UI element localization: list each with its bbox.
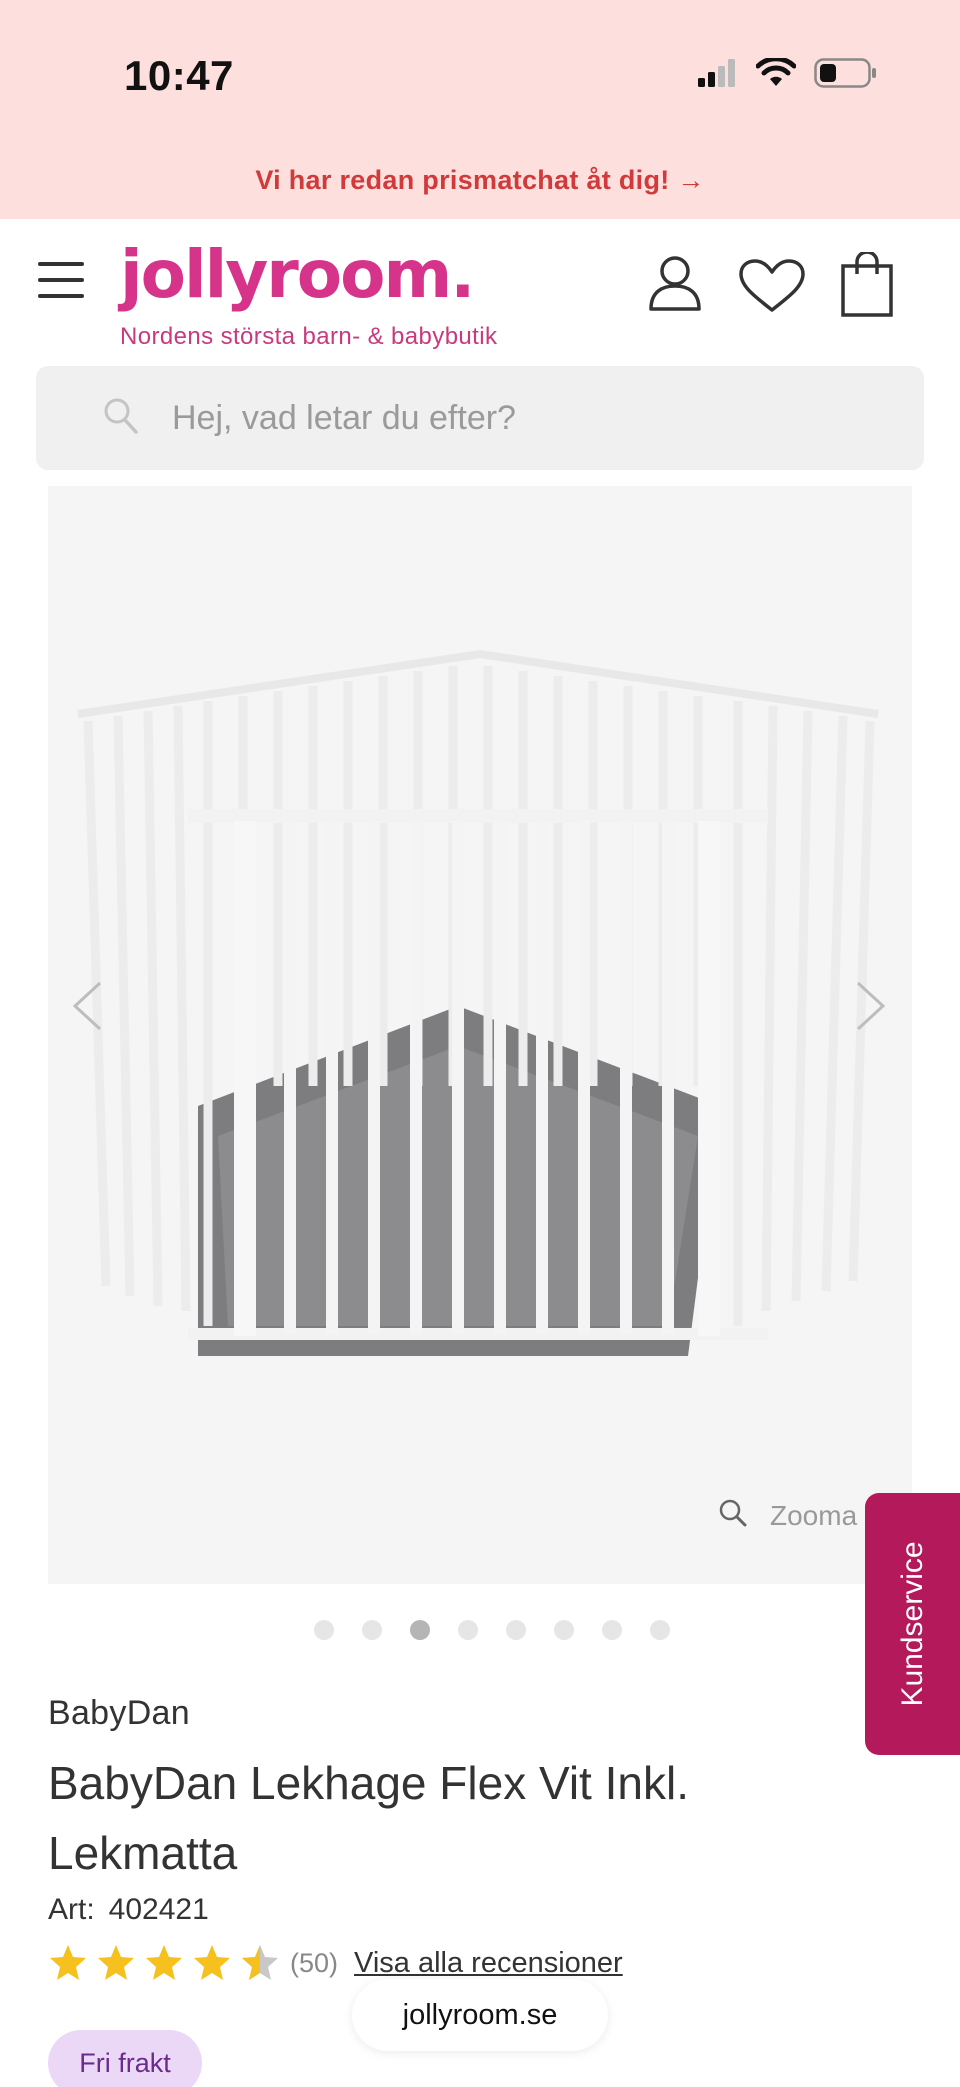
gallery-dot[interactable] (650, 1620, 670, 1640)
menu-icon[interactable] (38, 262, 84, 298)
star-half-icon (242, 1945, 278, 1980)
gallery-prev-arrow-icon[interactable] (70, 980, 104, 1037)
star-full-icon (50, 1945, 86, 1980)
browser-url-pill[interactable]: jollyroom.se (352, 1979, 608, 2051)
article-value: 402421 (108, 1893, 209, 1926)
gallery-dot[interactable] (506, 1620, 526, 1640)
review-count: (50) (290, 1947, 339, 1978)
gallery-dot[interactable] (314, 1620, 334, 1640)
gallery-pagination (0, 1620, 960, 1642)
free-shipping-badge: Fri frakt (48, 2030, 202, 2087)
article-label: Art: (48, 1893, 95, 1926)
product-image-gallery[interactable] (48, 486, 912, 1584)
cellular-signal-icon (698, 59, 738, 92)
gallery-dot[interactable] (602, 1620, 622, 1640)
search-input[interactable] (172, 366, 892, 470)
promo-banner[interactable]: Vi har redan prismatchat åt dig! → (0, 165, 960, 196)
battery-icon (814, 58, 878, 93)
wishlist-heart-icon[interactable] (738, 258, 806, 319)
gallery-dot-active[interactable] (410, 1620, 430, 1640)
gallery-dot[interactable] (458, 1620, 478, 1640)
product-title: BabyDan Lekhage Flex Vit Inkl. Lekmatta (48, 1757, 689, 1879)
product-brand[interactable]: BabyDan (48, 1694, 190, 1733)
jollyroom-logo[interactable]: jollyroom. (120, 236, 475, 313)
gallery-next-arrow-icon[interactable] (854, 980, 888, 1037)
zoom-button[interactable]: Zooma (718, 1498, 857, 1533)
playpen-image (77, 649, 879, 1356)
search-bar[interactable] (36, 366, 924, 470)
status-time: 10:47 (124, 52, 234, 99)
account-icon[interactable] (648, 254, 702, 317)
gallery-dot[interactable] (362, 1620, 382, 1640)
zoom-label: Zooma (770, 1499, 858, 1531)
zoom-magnifier-icon (718, 1498, 748, 1533)
star-full-icon (98, 1945, 134, 1980)
all-reviews-link[interactable]: Visa alla recensioner (354, 1947, 623, 1980)
search-icon (102, 396, 140, 441)
star-full-icon (194, 1945, 230, 1980)
star-full-icon (146, 1945, 182, 1980)
product-rating: (50) Visa alla recensioner (48, 1944, 623, 1982)
wifi-icon (755, 56, 797, 93)
kundservice-label: Kundservice (895, 1541, 929, 1707)
kundservice-tab[interactable]: Kundservice (865, 1493, 960, 1755)
tagline: Nordens största barn- & babybutik (120, 323, 498, 350)
article-number: Art: 402421 (48, 1893, 209, 1927)
status-icons (698, 56, 878, 93)
rating-stars (48, 1944, 280, 1982)
gallery-dot[interactable] (554, 1620, 574, 1640)
shopping-bag-icon[interactable] (840, 250, 894, 323)
